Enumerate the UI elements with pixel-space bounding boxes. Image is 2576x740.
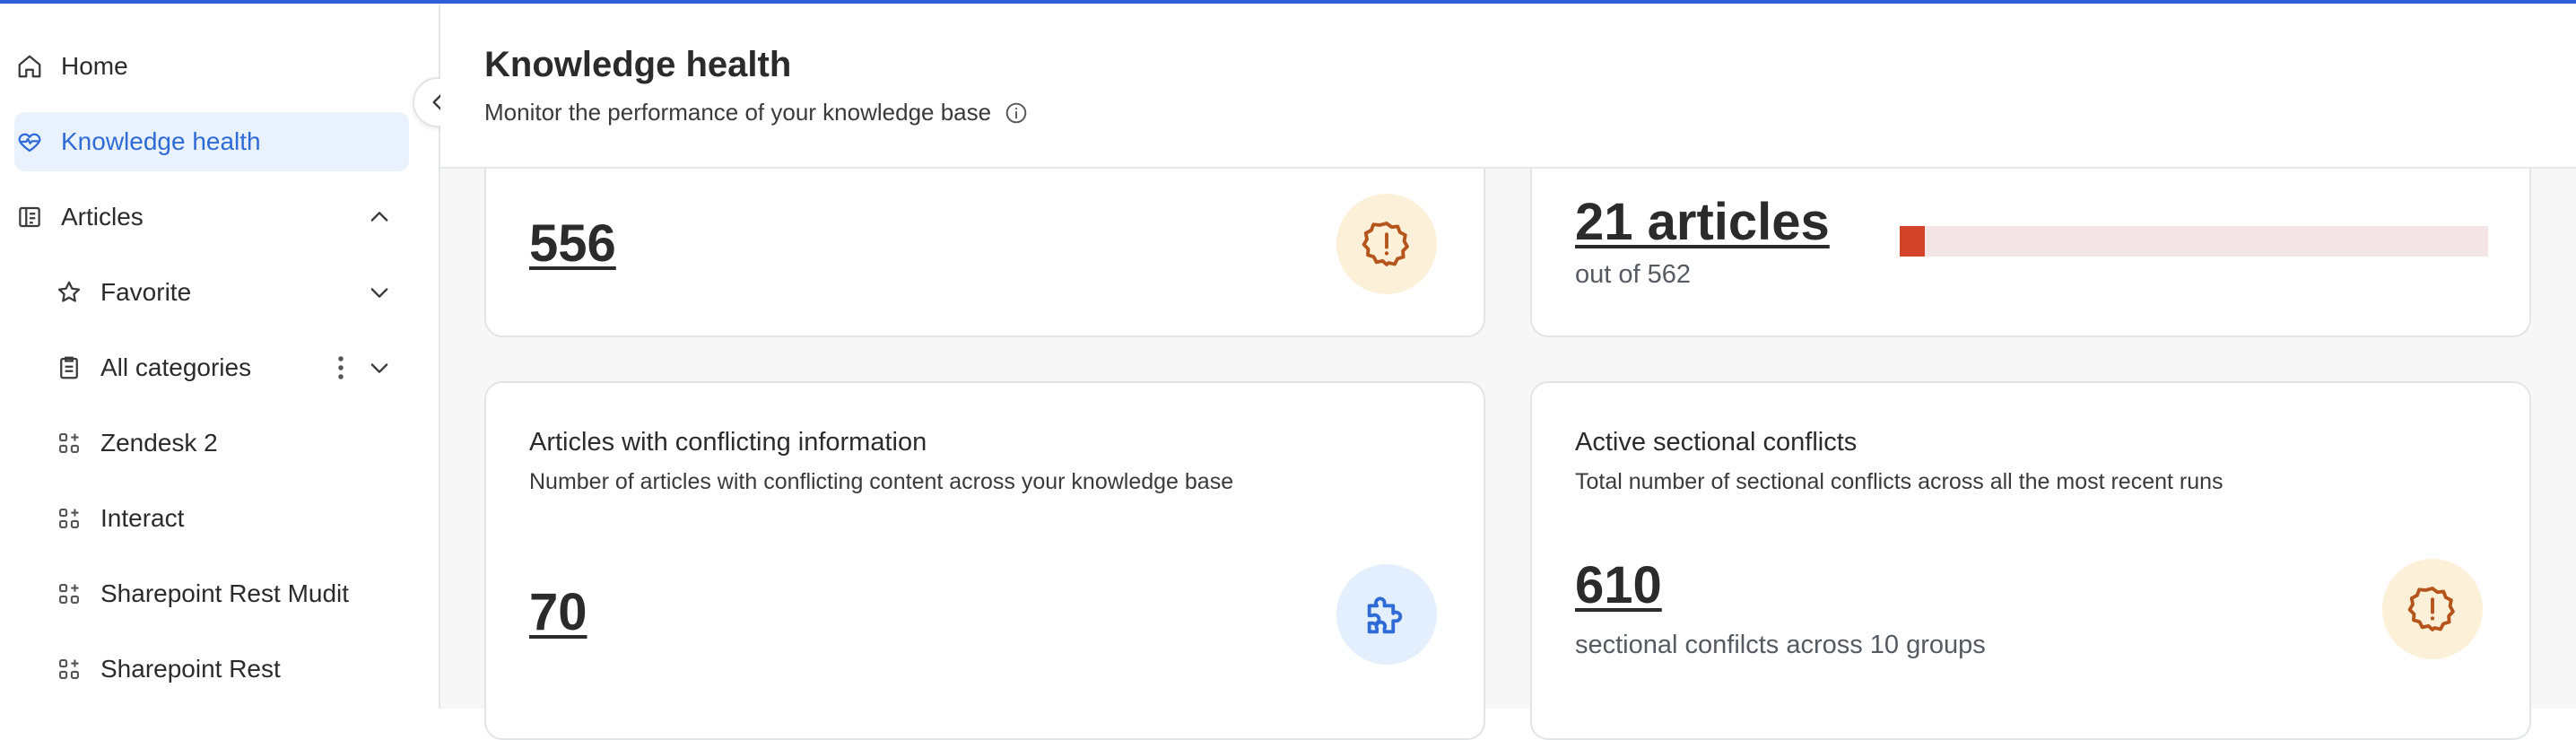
sidebar-item-label: Knowledge health	[61, 127, 261, 155]
integration-icon	[54, 503, 84, 534]
alert-seal-icon	[2406, 583, 2459, 635]
sidebar-item-label: All categories	[100, 353, 252, 381]
sectional-groups-label: sectional confilcts across 10 groups	[1575, 631, 1986, 659]
articles-total-label: out of 562	[1575, 260, 1691, 289]
sidebar-item-label: Favorite	[100, 278, 192, 306]
page-subtitle: Monitor the performance of your knowledg…	[484, 99, 1029, 126]
star-icon	[54, 277, 84, 308]
home-icon	[14, 51, 45, 82]
sidebar-item-sharepoint-rest[interactable]: Sharepoint Rest	[54, 640, 409, 699]
sectional-count-link[interactable]: 610	[1575, 555, 1662, 615]
alert-seal-icon	[1361, 218, 1413, 270]
metric-value-link[interactable]: 556	[529, 213, 616, 274]
articles-icon	[14, 202, 45, 232]
sidebar-item-label: Sharepoint Rest	[100, 655, 281, 683]
card-title: Articles with conflicting information	[529, 428, 927, 457]
sidebar-item-sharepoint-rest-mudit[interactable]: Sharepoint Rest Mudit	[54, 564, 409, 623]
sidebar-item-label: Home	[61, 52, 128, 80]
articles-count-link[interactable]: 21 articles	[1575, 192, 1830, 252]
chevron-down-icon[interactable]	[364, 277, 395, 308]
sidebar-item-label: Articles	[61, 203, 144, 231]
page-title: Knowledge health	[484, 45, 792, 84]
more-vertical-icon[interactable]	[332, 353, 350, 383]
sidebar-item-zendesk-2[interactable]: Zendesk 2	[54, 414, 409, 473]
sidebar-item-knowledge-health[interactable]: Knowledge health	[14, 112, 409, 171]
conflicting-articles-card[interactable]: Articles with conflicting information Nu…	[484, 381, 1485, 740]
sidebar-item-label: Interact	[100, 504, 185, 532]
progress-bar	[1900, 226, 2488, 257]
progress-bar-fill	[1900, 226, 1925, 257]
integration-icon	[54, 654, 84, 684]
card-description: Number of articles with conflicting cont…	[529, 469, 1234, 494]
heart-pulse-icon	[14, 126, 45, 157]
warning-badge	[1336, 194, 1437, 294]
sidebar-item-label: Sharepoint Rest Mudit	[100, 579, 350, 607]
puzzle-icon	[1361, 588, 1413, 640]
sidebar-item-favorite[interactable]: Favorite	[54, 263, 409, 322]
sidebar-item-home[interactable]: Home	[14, 37, 409, 96]
sectional-conflicts-card[interactable]: Active sectional conflicts Total number …	[1530, 381, 2531, 740]
sidebar-item-interact[interactable]: Interact	[54, 489, 409, 548]
chevron-down-icon[interactable]	[364, 353, 395, 383]
info-icon[interactable]	[1004, 100, 1029, 126]
card-title: Active sectional conflicts	[1575, 428, 1858, 457]
card-description: Total number of sectional conflicts acro…	[1575, 469, 2224, 494]
chevron-up-icon[interactable]	[364, 202, 395, 232]
warning-badge	[2382, 559, 2483, 659]
integration-icon	[54, 428, 84, 458]
sidebar-item-articles[interactable]: Articles	[14, 187, 409, 247]
sidebar-item-all-categories[interactable]: All categories	[54, 338, 409, 397]
conflicting-count-link[interactable]: 70	[529, 582, 587, 642]
sidebar-item-label: Zendesk 2	[100, 429, 218, 457]
info-badge	[1336, 564, 1437, 665]
page-subtitle-text: Monitor the performance of your knowledg…	[484, 99, 992, 126]
integration-icon	[54, 579, 84, 609]
sidebar: Home Knowledge health Articles Favorite …	[0, 4, 440, 709]
main-content: 556 21 articles out of 562 Knowledge hea…	[440, 4, 2576, 740]
page-header: Knowledge health Monitor the performance…	[440, 4, 2576, 169]
clipboard-icon	[54, 353, 84, 383]
